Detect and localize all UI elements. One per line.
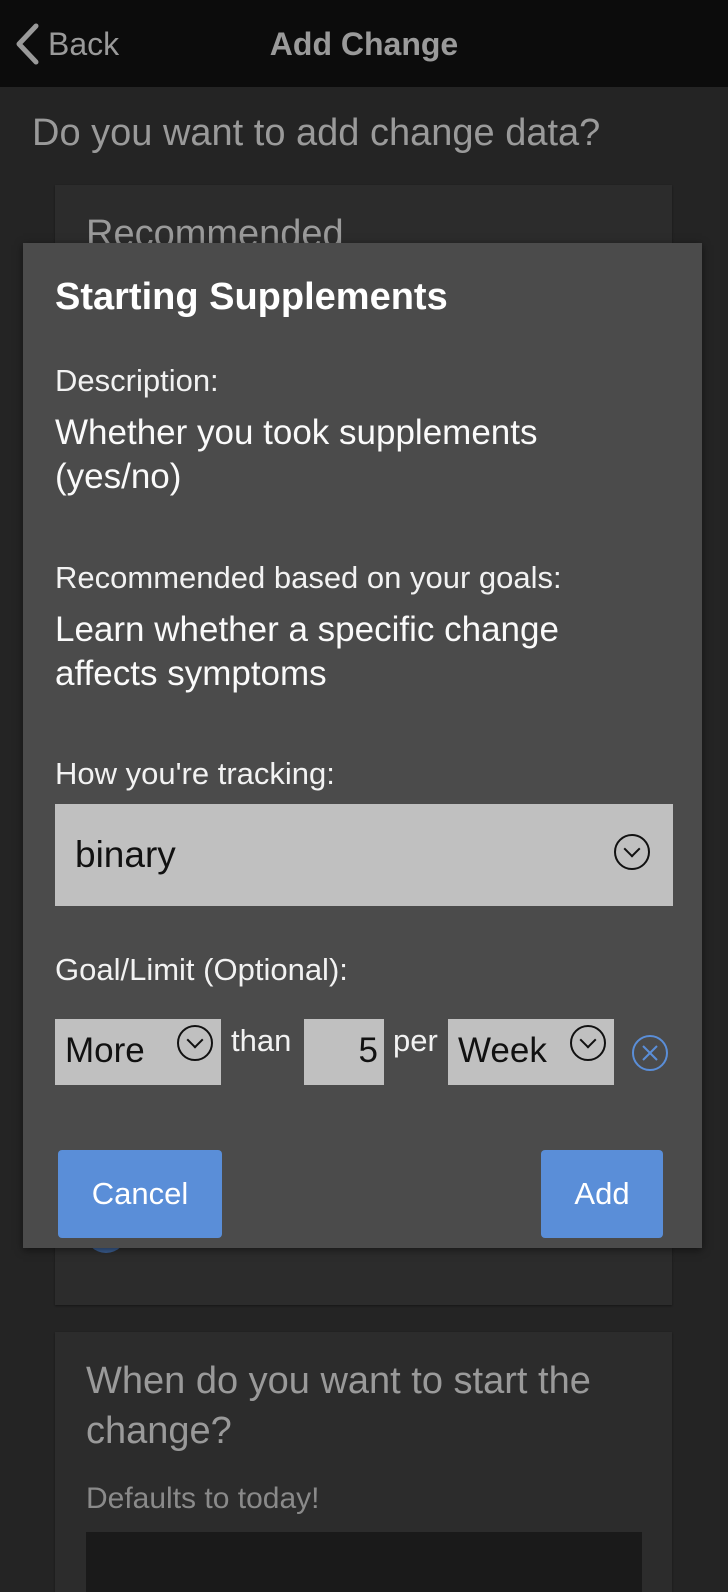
description-value: Whether you took supplements (yes/no) xyxy=(55,413,538,496)
goal-label: Goal/Limit (Optional): xyxy=(55,952,348,987)
tracking-value: binary xyxy=(75,834,176,875)
goal-period-select[interactable]: Week xyxy=(448,1019,614,1085)
nav-bar: Back Add Change xyxy=(0,0,728,87)
chevron-down-icon xyxy=(614,834,650,870)
goal-direction-select[interactable]: More xyxy=(55,1019,221,1085)
clear-circle-icon[interactable] xyxy=(631,1034,669,1072)
add-change-dialog: Starting Supplements Description: Whethe… xyxy=(23,243,702,1248)
page-question: Do you want to add change data? xyxy=(32,112,601,154)
chevron-down-icon xyxy=(570,1025,606,1061)
goals-label: Recommended based on your goals: xyxy=(55,560,562,595)
dialog-title: Starting Supplements xyxy=(55,276,448,318)
description-label: Description: xyxy=(55,363,219,398)
start-question: When do you want to start the change? xyxy=(86,1360,591,1452)
add-button[interactable]: Add xyxy=(541,1150,663,1238)
tracking-label: How you're tracking: xyxy=(55,756,335,791)
goal-row: More than 5 per Week xyxy=(55,1019,695,1085)
per-label: per xyxy=(393,1023,438,1058)
start-hint: Defaults to today! xyxy=(86,1482,320,1515)
chevron-down-icon xyxy=(177,1025,213,1061)
cancel-button[interactable]: Cancel xyxy=(58,1150,222,1238)
than-label: than xyxy=(231,1023,292,1058)
goal-direction-value: More xyxy=(65,1031,145,1070)
page-title: Add Change xyxy=(269,26,459,62)
start-date-picker[interactable] xyxy=(86,1532,642,1592)
tracking-select[interactable]: binary xyxy=(55,804,673,906)
goal-period-value: Week xyxy=(458,1031,547,1070)
goal-amount-input[interactable]: 5 xyxy=(304,1019,384,1085)
start-date-card: When do you want to start the change? De… xyxy=(55,1332,672,1592)
goals-value: Learn whether a specific change affects … xyxy=(55,610,559,693)
